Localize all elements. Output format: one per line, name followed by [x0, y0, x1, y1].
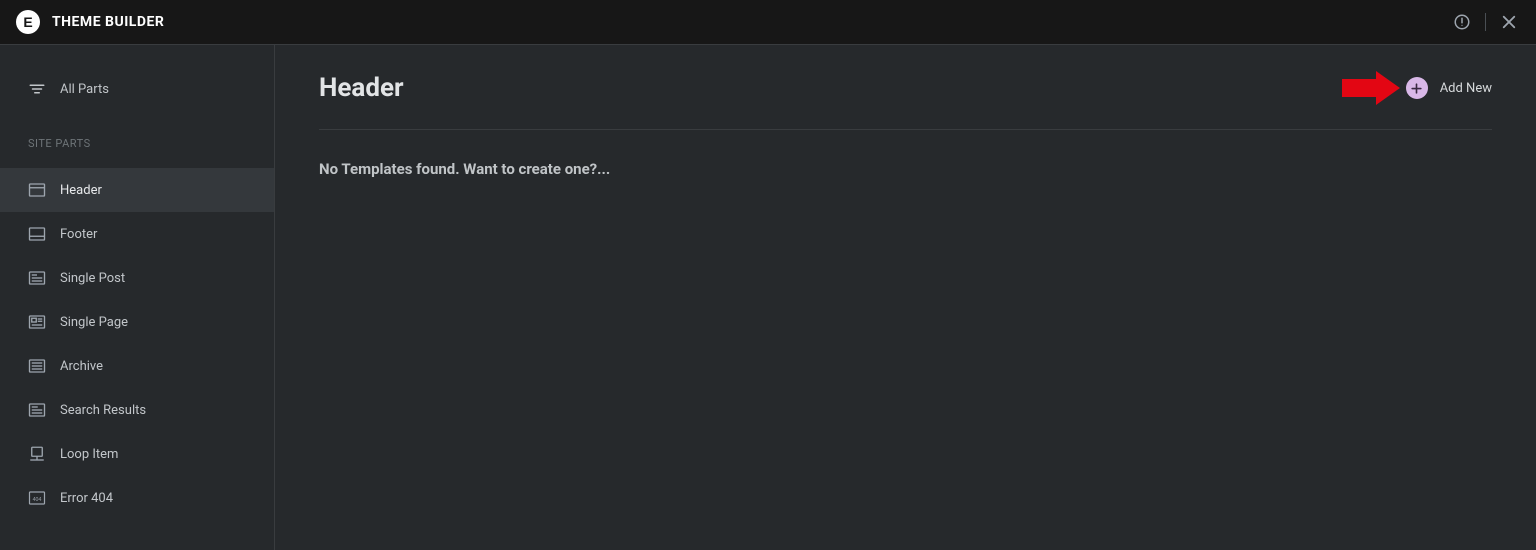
sidebar-item-footer[interactable]: Footer [0, 212, 274, 256]
sidebar-item-label: Footer [60, 227, 97, 242]
loop-item-icon [28, 445, 46, 463]
logo-letter: E [23, 14, 32, 30]
main-header: Header Add New [319, 73, 1492, 130]
sidebar-all-parts[interactable]: All Parts [0, 63, 274, 115]
sidebar-item-label: Archive [60, 359, 103, 374]
sidebar-item-archive[interactable]: Archive [0, 344, 274, 388]
close-icon[interactable] [1500, 13, 1518, 31]
sidebar-section-label: SITE PARTS [0, 137, 274, 150]
add-new-group: Add New [1406, 77, 1492, 99]
error-404-icon: 404 [28, 489, 46, 507]
app-title: THEME BUILDER [52, 14, 164, 30]
all-parts-icon [28, 80, 46, 98]
single-page-icon [28, 313, 46, 331]
sidebar-item-single-page[interactable]: Single Page [0, 300, 274, 344]
page-title: Header [319, 73, 404, 103]
arrow-annotation-icon [1342, 71, 1400, 105]
add-new-label[interactable]: Add New [1440, 81, 1492, 96]
sidebar-item-error-404[interactable]: 404 Error 404 [0, 476, 274, 520]
sidebar-item-label: All Parts [60, 82, 109, 97]
add-new-button[interactable] [1406, 77, 1428, 99]
archive-icon [28, 357, 46, 375]
help-icon[interactable] [1453, 13, 1471, 31]
sidebar-item-loop-item[interactable]: Loop Item [0, 432, 274, 476]
header-icon [28, 181, 46, 199]
svg-text:404: 404 [33, 497, 42, 503]
sidebar-item-label: Error 404 [60, 491, 113, 506]
sidebar-item-header[interactable]: Header [0, 168, 274, 212]
search-results-icon [28, 401, 46, 419]
sidebar-item-label: Search Results [60, 403, 146, 418]
sidebar-item-label: Single Post [60, 271, 125, 286]
sidebar-item-search-results[interactable]: Search Results [0, 388, 274, 432]
topbar-divider [1485, 13, 1486, 31]
logo[interactable]: E [16, 10, 40, 34]
topbar: E THEME BUILDER [0, 0, 1536, 45]
sidebar-item-label: Single Page [60, 315, 128, 330]
topbar-actions [1453, 13, 1518, 31]
empty-state-message: No Templates found. Want to create one?.… [319, 160, 1492, 178]
plus-icon [1410, 82, 1423, 95]
sidebar: All Parts SITE PARTS Header Footer [0, 45, 275, 550]
footer-icon [28, 225, 46, 243]
sidebar-item-label: Header [60, 183, 102, 198]
sidebar-item-label: Loop Item [60, 447, 118, 462]
single-post-icon [28, 269, 46, 287]
main-content: Header Add New No Templates found. Want … [275, 45, 1536, 550]
sidebar-item-single-post[interactable]: Single Post [0, 256, 274, 300]
